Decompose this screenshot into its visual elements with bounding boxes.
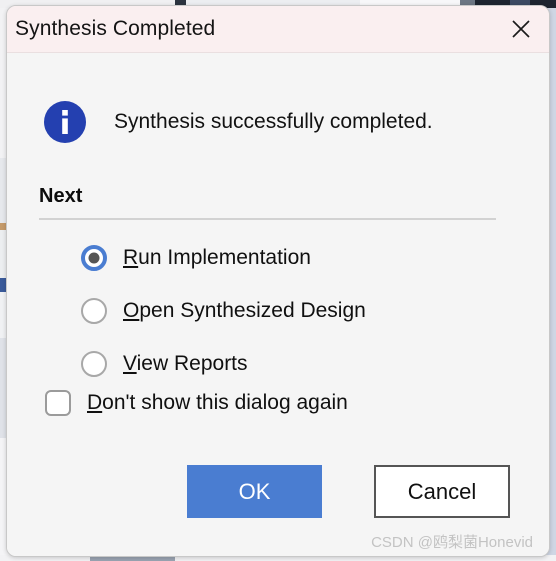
mnemonic-letter: O (123, 298, 140, 322)
radio-open-synthesized-design[interactable]: Open Synthesized Design (81, 284, 501, 337)
dialog-titlebar: Synthesis Completed (7, 6, 549, 53)
label-rest: pen Synthesized Design (139, 298, 366, 322)
next-action-radio-group: Run Implementation Open Synthesized Desi… (81, 231, 501, 390)
dialog-button-row: OK Cancel (7, 465, 549, 519)
info-circle-icon (44, 101, 86, 143)
radio-label-open-synthesized-design: Open Synthesized Design (123, 299, 366, 323)
radio-indicator-unselected (81, 297, 107, 324)
csdn-watermark: CSDN @鸥梨菌Honevid (371, 534, 533, 551)
checkbox-indicator (45, 390, 71, 416)
label-rest: un Implementation (138, 245, 311, 269)
synthesis-completed-dialog: Synthesis Completed Synthesis successful… (6, 5, 550, 557)
message-row: Synthesis successfully completed. (43, 100, 433, 144)
close-icon[interactable] (499, 9, 543, 49)
radio-indicator-unselected (81, 350, 107, 377)
cancel-button[interactable]: Cancel (374, 465, 510, 518)
next-section-heading: Next (39, 185, 83, 207)
dialog-body: Synthesis successfully completed. Next R… (7, 53, 549, 556)
mnemonic-letter: V (123, 351, 137, 375)
dialog-title: Synthesis Completed (15, 17, 216, 40)
next-section-separator (39, 218, 496, 220)
radio-view-reports[interactable]: View Reports (81, 337, 501, 390)
radio-run-implementation[interactable]: Run Implementation (81, 231, 501, 284)
radio-label-run-implementation: Run Implementation (123, 246, 311, 270)
radio-label-view-reports: View Reports (123, 352, 248, 376)
mnemonic-letter: D (87, 391, 103, 414)
mnemonic-letter: R (123, 245, 139, 269)
dont-show-again-checkbox-row[interactable]: Don't show this dialog again (45, 390, 348, 416)
label-rest: iew Reports (136, 351, 248, 375)
checkbox-label: Don't show this dialog again (87, 391, 348, 415)
radio-indicator-selected (81, 244, 107, 271)
ok-button[interactable]: OK (187, 465, 322, 518)
label-rest: on't show this dialog again (102, 391, 348, 414)
message-text: Synthesis successfully completed. (114, 110, 433, 133)
